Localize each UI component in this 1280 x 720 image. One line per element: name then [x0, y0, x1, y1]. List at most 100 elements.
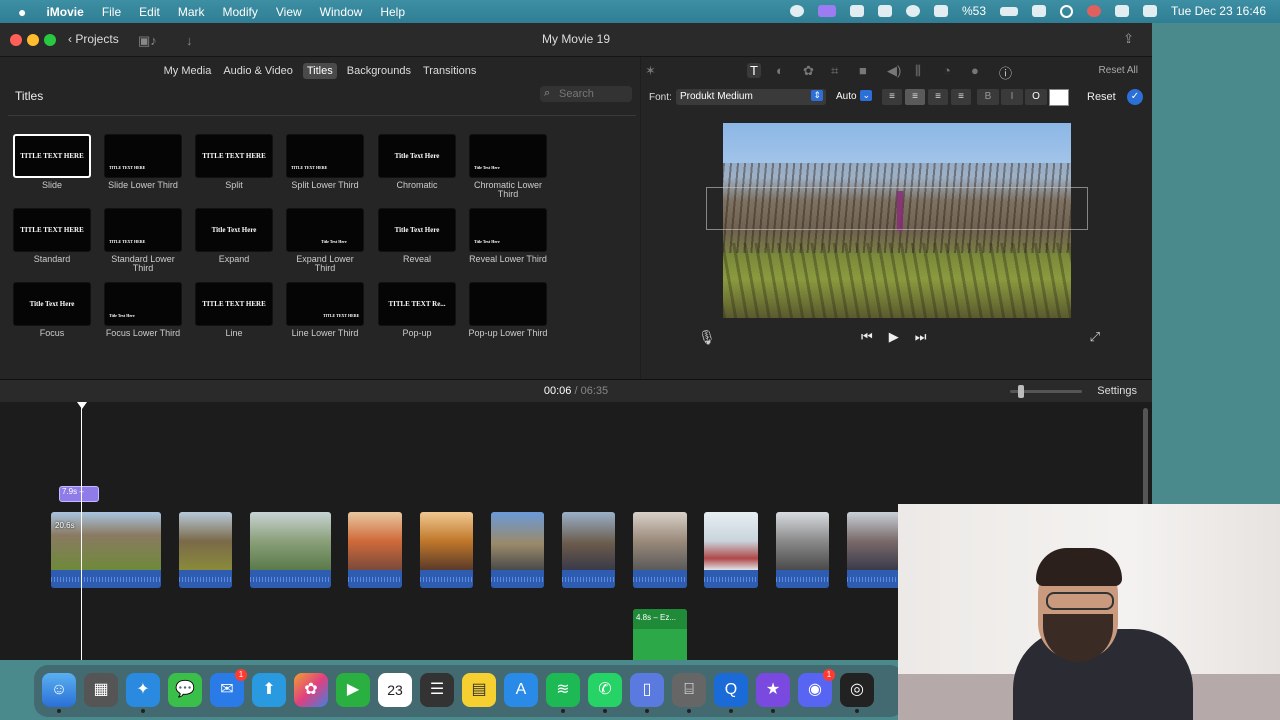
text-color-well[interactable] — [1049, 89, 1069, 106]
title-tile-standard[interactable]: TITLE TEXT HERE Standard — [12, 208, 92, 264]
font-select[interactable]: Produkt Medium ⇕ — [676, 89, 826, 105]
zoom-slider[interactable] — [1010, 385, 1082, 398]
menubar-clock[interactable]: Tue Dec 23 16:46 — [1171, 4, 1266, 18]
title-tile-focus[interactable]: Title Text Here Focus — [12, 282, 92, 338]
obs-icon[interactable]: ◎ — [840, 673, 874, 713]
title-tile-expand-lower-third[interactable]: Title Text Here Expand Lower Third — [285, 208, 365, 273]
video-clip[interactable] — [420, 512, 473, 588]
video-clip[interactable] — [250, 512, 331, 588]
sync-status-icon[interactable] — [790, 5, 805, 17]
menu-mark[interactable]: Mark — [178, 5, 205, 19]
fan-icon[interactable] — [878, 5, 893, 17]
whatsapp-icon[interactable]: ✆ — [588, 673, 622, 713]
title-tile-reveal-lower-third[interactable]: Title Text Here Reveal Lower Third — [468, 208, 548, 264]
title-text-box[interactable] — [706, 187, 1088, 230]
title-tile-expand[interactable]: Title Text Here Expand — [194, 208, 274, 264]
title-clip[interactable]: 7.9s – — [59, 486, 99, 502]
video-clip[interactable] — [704, 512, 758, 588]
maps-icon[interactable]: ⬆ — [252, 673, 286, 707]
volume-icon[interactable]: ◀) — [887, 63, 901, 79]
zoom-slider-knob[interactable] — [1018, 385, 1024, 398]
notes-icon[interactable]: ▤ — [462, 673, 496, 707]
menu-edit[interactable]: Edit — [139, 5, 160, 19]
fullscreen-expand-icon[interactable]: ⤢ — [1090, 329, 1100, 345]
control-center-icon[interactable] — [1143, 5, 1158, 17]
video-clip[interactable]: 20.6s — [51, 512, 161, 588]
menu-view[interactable]: View — [276, 5, 302, 19]
menu-window[interactable]: Window — [320, 5, 363, 19]
app-store-icon[interactable]: A — [504, 673, 538, 707]
video-clip[interactable] — [491, 512, 544, 588]
title-tile-focus-lower-third[interactable]: Title Text Here Focus Lower Third — [103, 282, 183, 338]
title-tile-reveal[interactable]: Title Text Here Reveal — [377, 208, 457, 264]
text-style-icon[interactable]: T — [747, 63, 761, 78]
title-tile-standard-lower-third[interactable]: TITLE TEXT HERE Standard Lower Third — [103, 208, 183, 273]
tab-titles[interactable]: Titles — [302, 63, 337, 79]
menu-help[interactable]: Help — [380, 5, 405, 19]
video-clip[interactable] — [348, 512, 402, 588]
playhead[interactable] — [81, 404, 82, 660]
microphone-icon[interactable]: 🎙 — [698, 329, 716, 346]
playhead-handle[interactable] — [77, 402, 87, 409]
photos-icon[interactable]: ✿ — [294, 673, 328, 707]
bold-button[interactable]: B — [977, 89, 999, 105]
calendar-icon[interactable]: 23 — [378, 673, 412, 707]
launchpad-icon[interactable]: ▦ — [84, 673, 118, 707]
title-tile-line-lower-third[interactable]: TITLE TEXT HERE Line Lower Third — [285, 282, 365, 338]
apply-checkmark-icon[interactable]: ✓ — [1127, 89, 1143, 105]
title-tile-line[interactable]: TITLE TEXT HERE Line — [194, 282, 274, 338]
tab-backgrounds[interactable]: Backgrounds — [345, 63, 413, 79]
battery-icon[interactable] — [1000, 6, 1019, 16]
equalizer-icon[interactable]: ⫼ — [915, 63, 921, 79]
search-field[interactable]: ⌕ Search — [540, 86, 632, 102]
disk-utility-icon[interactable]: ⌸ — [672, 673, 706, 713]
apple-menu-icon[interactable]: ● — [18, 4, 26, 20]
spotify-icon[interactable]: ≋ — [546, 673, 580, 713]
reset-button[interactable]: Reset — [1087, 91, 1116, 103]
music-audio-clip[interactable]: 4.8s – Ez... — [633, 609, 687, 660]
title-tile-pop-up[interactable]: TITLE TEXT Re... Pop-up — [377, 282, 457, 338]
menu-app-name[interactable]: iMovie — [46, 5, 83, 19]
mail-icon[interactable]: ✉ 1 — [210, 669, 247, 707]
reset-all-button[interactable]: Reset All — [1099, 65, 1138, 76]
align-center-icon[interactable]: ≡ — [905, 89, 925, 105]
grid-apps-icon[interactable] — [1115, 5, 1130, 17]
title-tile-chromatic[interactable]: Title Text Here Chromatic — [377, 134, 457, 190]
user-account-icon[interactable] — [1087, 5, 1102, 17]
crop-icon[interactable]: ⌗ — [831, 63, 838, 79]
tab-audio-video[interactable]: Audio & Video — [221, 63, 295, 79]
safari-icon[interactable]: ✦ — [126, 673, 160, 713]
messages-icon[interactable]: 💬 — [168, 673, 202, 707]
battery-percent[interactable]: %53 — [962, 4, 986, 18]
magic-wand-icon[interactable]: ✶ — [645, 63, 656, 79]
video-clip[interactable] — [562, 512, 615, 588]
align-right-icon[interactable]: ≡ — [928, 89, 948, 105]
title-tile-slide-lower-third[interactable]: TITLE TEXT HERE Slide Lower Third — [103, 134, 183, 190]
outline-button[interactable]: O — [1025, 89, 1047, 105]
tab-my-media[interactable]: My Media — [162, 63, 214, 79]
speed-icon[interactable]: ◔ — [943, 63, 951, 78]
imovie-icon[interactable]: ★ — [756, 673, 790, 713]
wifi-icon[interactable] — [1032, 5, 1047, 17]
title-tile-split-lower-third[interactable]: TITLE TEXT HERE Split Lower Third — [285, 134, 365, 190]
align-justify-icon[interactable]: ≡ — [951, 89, 971, 105]
tab-transitions[interactable]: Transitions — [421, 63, 478, 79]
timeline-settings-button[interactable]: Settings — [1097, 385, 1137, 397]
play-circle-icon[interactable] — [906, 5, 921, 17]
menu-file[interactable]: File — [102, 5, 121, 19]
video-clip[interactable] — [847, 512, 900, 588]
play-icon[interactable]: ▶ — [889, 329, 899, 345]
color-balance-icon[interactable]: ◐ — [776, 63, 784, 78]
video-clip[interactable] — [633, 512, 687, 588]
discord-icon[interactable]: ◉ 1 — [798, 669, 835, 707]
italic-button[interactable]: I — [1001, 89, 1023, 105]
spotlight-search-icon[interactable] — [1060, 4, 1074, 18]
font-size-select[interactable]: Auto ⌄ — [834, 89, 872, 105]
screen-recorder-icon[interactable] — [818, 5, 837, 17]
quicktime-icon[interactable]: Q — [714, 673, 748, 713]
reminders-icon[interactable]: ☰ — [420, 673, 454, 707]
filter-icon[interactable]: ● — [971, 63, 979, 78]
menu-modify[interactable]: Modify — [223, 5, 258, 19]
title-tile-pop-up-lower-third[interactable]: Pop-up Lower Third — [468, 282, 548, 338]
title-tile-chromatic-lower-third[interactable]: Title Text Here Chromatic Lower Third — [468, 134, 548, 199]
